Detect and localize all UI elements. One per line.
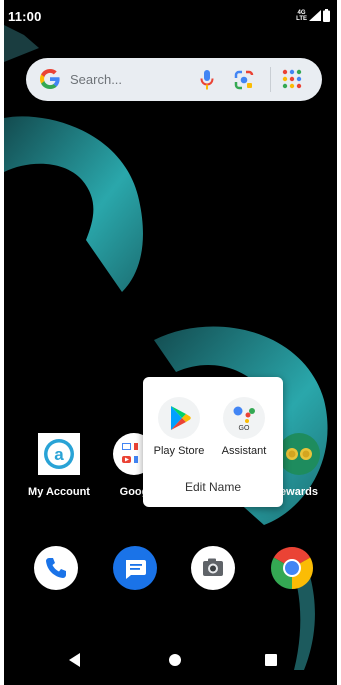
back-icon[interactable] [68,652,82,668]
my-account-icon: a [38,433,80,475]
dock-phone[interactable] [34,546,78,590]
play-store-icon [171,406,191,430]
search-placeholder: Search... [70,72,123,87]
signal-icon [309,10,321,21]
google-g-icon [40,69,60,89]
chrome-icon [270,546,314,589]
edit-name-button[interactable]: Edit Name [143,480,283,494]
clock: 11:00 [8,9,42,24]
assistant-icon-tile: GO [223,397,265,439]
messages-icon [113,546,157,590]
microphone-icon[interactable] [199,69,215,91]
home-screen: 11:00 4G LTE Search... a My Account Goog… [4,0,337,685]
network-sublabel: LTE [296,16,307,22]
search-divider [270,67,271,92]
network-type: 4G LTE [296,10,307,22]
app-grid-icon[interactable] [281,68,303,90]
dock-chrome[interactable] [270,546,314,590]
assistant-icon [233,406,255,423]
status-bar: 11:00 4G LTE [4,0,337,30]
home-icon[interactable] [168,652,182,668]
popup-item-play-store[interactable]: Play Store [146,397,212,457]
assistant-go-badge: GO [238,425,250,432]
rewards-icon [278,433,320,475]
context-menu: Play Store GO Assistant Edit Name [143,377,283,507]
dock-messages[interactable] [113,546,157,590]
recents-icon[interactable] [264,652,278,668]
battery-icon [323,9,330,22]
camera-icon [191,546,235,590]
phone-icon [34,546,78,590]
popup-item-label: Play Store [153,445,205,457]
search-bar[interactable]: Search... [26,58,322,101]
svg-text:a: a [54,445,64,464]
dock-camera[interactable] [191,546,235,590]
popup-item-label: Assistant [221,445,267,457]
camera-lens-icon[interactable] [233,69,255,91]
popup-item-assistant[interactable]: GO Assistant [211,397,277,457]
play-store-icon-tile [158,397,200,439]
